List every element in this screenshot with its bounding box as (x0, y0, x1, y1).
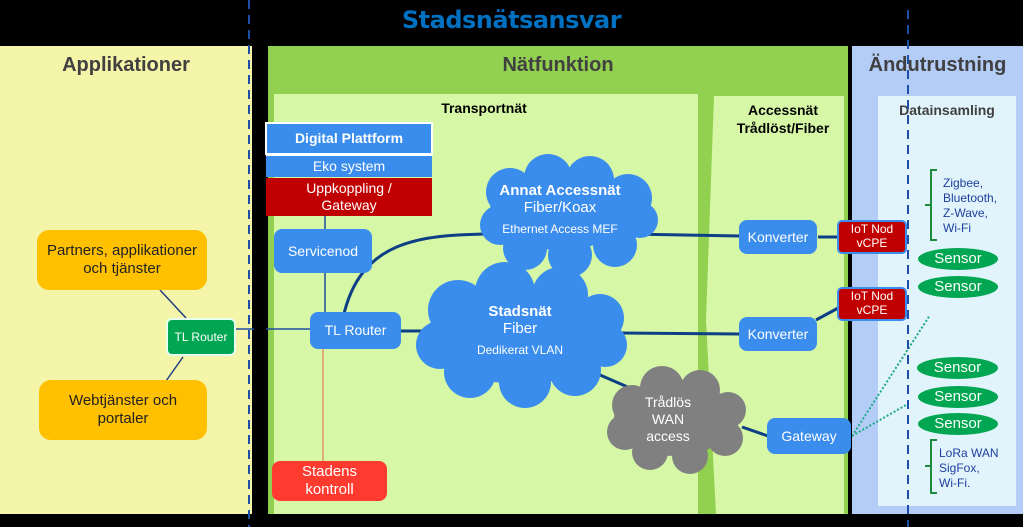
uplink-gateway-box[interactable]: Uppkoppling / Gateway (266, 178, 432, 216)
web-services-portals-node[interactable]: Webtjänster och portaler (39, 380, 207, 440)
iot-node-2-line1: IoT Nod (850, 289, 894, 304)
sensor-3[interactable]: Sensor (917, 357, 998, 379)
cloud-other-access-text: Annat Accessnät Fiber/Koax Ethernet Acce… (480, 182, 640, 236)
cloud-wireless-wan-line3: access (646, 427, 690, 444)
cloud-city-network-subtitle: Fiber (502, 320, 538, 337)
iot-node-1-line1: IoT Nod (850, 222, 894, 237)
protocol-item: SigFox, (939, 461, 980, 475)
sensor-5[interactable]: Sensor (918, 413, 998, 435)
cloud-city-network-text: Stadsnät Fiber Dedikerat VLAN (440, 303, 600, 357)
city-control-line2: kontroll (305, 481, 354, 498)
partners-apps-services-node[interactable]: Partners, applikationer och tjänster (37, 230, 207, 290)
cloud-wireless-wan-line2: WAN (651, 410, 685, 427)
cloud-wireless-wan-text: Trådlös WAN access (628, 394, 708, 444)
uplink-gateway-line1: Uppkoppling / (306, 180, 392, 197)
protocol-item: Z-Wave, (943, 206, 988, 220)
tl-router-app-node[interactable]: TL Router (166, 318, 236, 356)
uplink-gateway-line2: Gateway (321, 197, 377, 213)
gateway-node[interactable]: Gateway (767, 418, 851, 454)
cloud-other-access-title: Annat Accessnät (499, 182, 621, 199)
iot-node-2-line2: vCPE (856, 303, 888, 317)
servicenod-node[interactable]: Servicenod (274, 229, 372, 273)
long-range-protocols: LoRa WAN SigFox, Wi-Fi. (939, 446, 1019, 491)
cloud-city-network-detail: Dedikerat VLAN (476, 343, 564, 357)
iot-node-1-line2: vCPE (856, 236, 888, 250)
converter-2-node[interactable]: Konverter (739, 317, 817, 351)
sensor-1[interactable]: Sensor (918, 248, 998, 270)
cloud-other-access-detail: Ethernet Access MEF (502, 222, 618, 236)
protocol-item: Wi-Fi (943, 221, 971, 235)
protocol-item: Wi-Fi. (939, 476, 971, 490)
city-control-node[interactable]: Stadens kontroll (272, 461, 387, 501)
iot-node-2[interactable]: IoT Nod vCPE (837, 287, 907, 321)
city-control-line1: Stadens (301, 463, 358, 480)
tl-router-main-node[interactable]: TL Router (310, 312, 401, 349)
web-line1: Webtjänster och (68, 392, 178, 409)
cloud-city-network-title: Stadsnät (488, 303, 552, 320)
partners-line2: och tjänster (83, 260, 161, 277)
short-range-protocols: Zigbee, Bluetooth, Z-Wave, Wi-Fi (943, 176, 1018, 236)
sensor-2[interactable]: Sensor (918, 276, 998, 298)
cloud-other-access-subtitle: Fiber/Koax (523, 199, 597, 216)
protocol-item: Bluetooth, (943, 191, 998, 205)
eco-system-box[interactable]: Eko system (266, 155, 432, 177)
iot-node-1[interactable]: IoT Nod vCPE (837, 220, 907, 254)
converter-1-node[interactable]: Konverter (739, 220, 817, 254)
sensor-4[interactable]: Sensor (918, 386, 998, 408)
digital-platform-box[interactable]: Digital Plattform (265, 122, 433, 155)
web-line2: portaler (97, 410, 149, 427)
cloud-wireless-wan-line1: Trådlös (644, 394, 692, 410)
protocol-item: Zigbee, (943, 176, 984, 190)
partners-line1: Partners, applikationer (46, 242, 198, 259)
protocol-item: LoRa WAN (939, 446, 999, 460)
